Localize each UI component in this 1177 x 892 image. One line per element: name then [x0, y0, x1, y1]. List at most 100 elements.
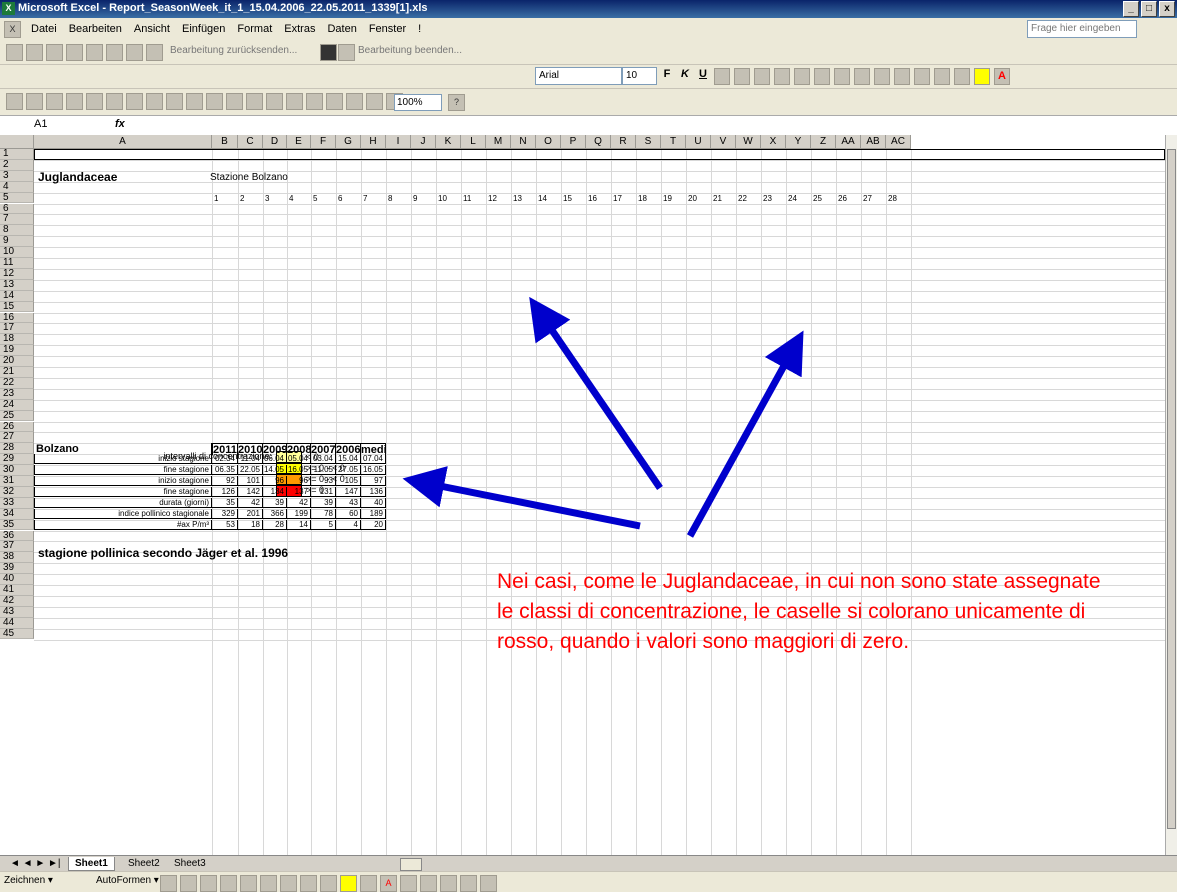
column-header[interactable]: W [736, 135, 761, 149]
fx-icon[interactable]: fx [115, 118, 125, 130]
rectangle-icon[interactable] [200, 875, 217, 892]
open-icon[interactable] [26, 93, 43, 110]
worksheet[interactable]: A B C D E F G H I J K L M N O P Q R S T U V W X Y Z AA AB AC 1234567… [0, 135, 1165, 855]
row-header[interactable]: 15 [0, 301, 34, 313]
review-back-button[interactable]: Bearbeitung zurücksenden... [170, 45, 297, 56]
oval-icon[interactable] [220, 875, 237, 892]
column-header[interactable]: AB [861, 135, 886, 149]
review-icon-7[interactable] [126, 44, 143, 61]
column-header[interactable]: C [238, 135, 263, 149]
outdent-icon[interactable] [914, 68, 930, 85]
cut-icon[interactable] [166, 93, 183, 110]
merge-center-icon[interactable] [794, 68, 810, 85]
borders-icon[interactable] [954, 68, 970, 85]
menu-extras[interactable]: Extras [278, 23, 321, 35]
italic-button[interactable]: K [678, 68, 692, 85]
autosum-icon[interactable] [306, 93, 323, 110]
format-painter-icon[interactable] [226, 93, 243, 110]
redo-icon[interactable] [266, 93, 283, 110]
align-center-icon[interactable] [754, 68, 770, 85]
column-header[interactable]: S [636, 135, 661, 149]
thousands-icon[interactable] [854, 68, 870, 85]
column-header[interactable]: L [461, 135, 486, 149]
underline-button[interactable]: U [696, 68, 710, 85]
font-size-select[interactable]: 10 [622, 67, 657, 85]
help-icon[interactable]: ? [448, 94, 465, 111]
review-icon-5[interactable] [86, 44, 103, 61]
review-icon-1[interactable] [6, 44, 23, 61]
column-header[interactable]: F [311, 135, 336, 149]
permission-icon[interactable] [66, 93, 83, 110]
column-header[interactable]: O [536, 135, 561, 149]
indent-icon[interactable] [934, 68, 950, 85]
zoom-select[interactable]: 100% [394, 94, 442, 111]
column-header[interactable]: N [511, 135, 536, 149]
save-icon[interactable] [46, 93, 63, 110]
close-button[interactable]: x [1159, 1, 1175, 17]
wordart-icon[interactable] [260, 875, 277, 892]
tab-sheet1[interactable]: Sheet1 [68, 857, 115, 871]
column-header[interactable]: K [436, 135, 461, 149]
arrow-icon[interactable] [180, 875, 197, 892]
column-header[interactable]: Z [811, 135, 836, 149]
menu-einfuegen[interactable]: Einfügen [176, 23, 231, 35]
font-color-icon[interactable]: A [994, 68, 1010, 85]
sort-asc-icon[interactable] [326, 93, 343, 110]
row-header[interactable]: 35 [0, 519, 34, 531]
text-color-icon[interactable]: A [380, 875, 397, 892]
review-icon-3[interactable] [46, 44, 63, 61]
column-header[interactable]: U [686, 135, 711, 149]
shadow-icon[interactable] [460, 875, 477, 892]
review-icon-8[interactable] [146, 44, 163, 61]
tab-sheet3[interactable]: Sheet3 [168, 857, 212, 870]
align-left-icon[interactable] [734, 68, 750, 85]
review-icon-6[interactable] [106, 44, 123, 61]
row-header[interactable]: 5 [0, 192, 34, 204]
print-icon[interactable] [106, 93, 123, 110]
spelling-icon[interactable] [146, 93, 163, 110]
column-header[interactable]: B [212, 135, 238, 149]
column-header[interactable]: I [386, 135, 411, 149]
row-header[interactable]: 24 [0, 399, 34, 411]
undo-icon[interactable] [246, 93, 263, 110]
fill-icon[interactable] [340, 875, 357, 892]
autoshapes-button[interactable]: AutoFormen ▾ [96, 875, 159, 886]
column-header[interactable]: R [611, 135, 636, 149]
menu-bearbeiten[interactable]: Bearbeiten [63, 23, 128, 35]
column-header[interactable]: Q [586, 135, 611, 149]
menu-datei[interactable]: Datei [25, 23, 63, 35]
copy-icon[interactable] [186, 93, 203, 110]
ask-question-input[interactable]: Frage hier eingeben [1027, 20, 1137, 38]
currency-icon[interactable] [814, 68, 830, 85]
increase-decimal-icon[interactable] [874, 68, 890, 85]
row-header[interactable]: 25 [0, 410, 34, 422]
bold-button[interactable]: F [660, 68, 674, 85]
line-style-icon[interactable] [400, 875, 417, 892]
3d-icon[interactable] [480, 875, 497, 892]
horizontal-scrollbar[interactable] [400, 858, 422, 871]
review-icon-4[interactable] [66, 44, 83, 61]
menu-ansicht[interactable]: Ansicht [128, 23, 176, 35]
menu-fenster[interactable]: Fenster [363, 23, 412, 35]
menu-help[interactable]: ! [412, 23, 427, 35]
draw-menu-button[interactable]: Zeichnen ▾ [4, 875, 53, 886]
column-header[interactable]: X [761, 135, 786, 149]
menu-daten[interactable]: Daten [321, 23, 362, 35]
mail-icon[interactable] [86, 93, 103, 110]
scroll-thumb[interactable] [1167, 149, 1176, 829]
new-icon[interactable] [6, 93, 23, 110]
diagram-icon[interactable] [280, 875, 297, 892]
fill-color-icon[interactable] [974, 68, 990, 85]
sort-desc-icon[interactable] [346, 93, 363, 110]
line-color-icon[interactable] [360, 875, 377, 892]
maximize-button[interactable]: □ [1141, 1, 1157, 17]
row-header[interactable]: 45 [0, 628, 34, 640]
review-icon-2[interactable] [26, 44, 43, 61]
tab-nav-buttons[interactable]: ◄ ◄ ► ►| [4, 857, 67, 870]
column-header[interactable]: J [411, 135, 436, 149]
column-header[interactable]: AA [836, 135, 861, 149]
font-name-select[interactable]: Arial [535, 67, 622, 85]
preview-icon[interactable] [126, 93, 143, 110]
column-header[interactable]: P [561, 135, 586, 149]
select-all-corner[interactable] [0, 135, 34, 149]
